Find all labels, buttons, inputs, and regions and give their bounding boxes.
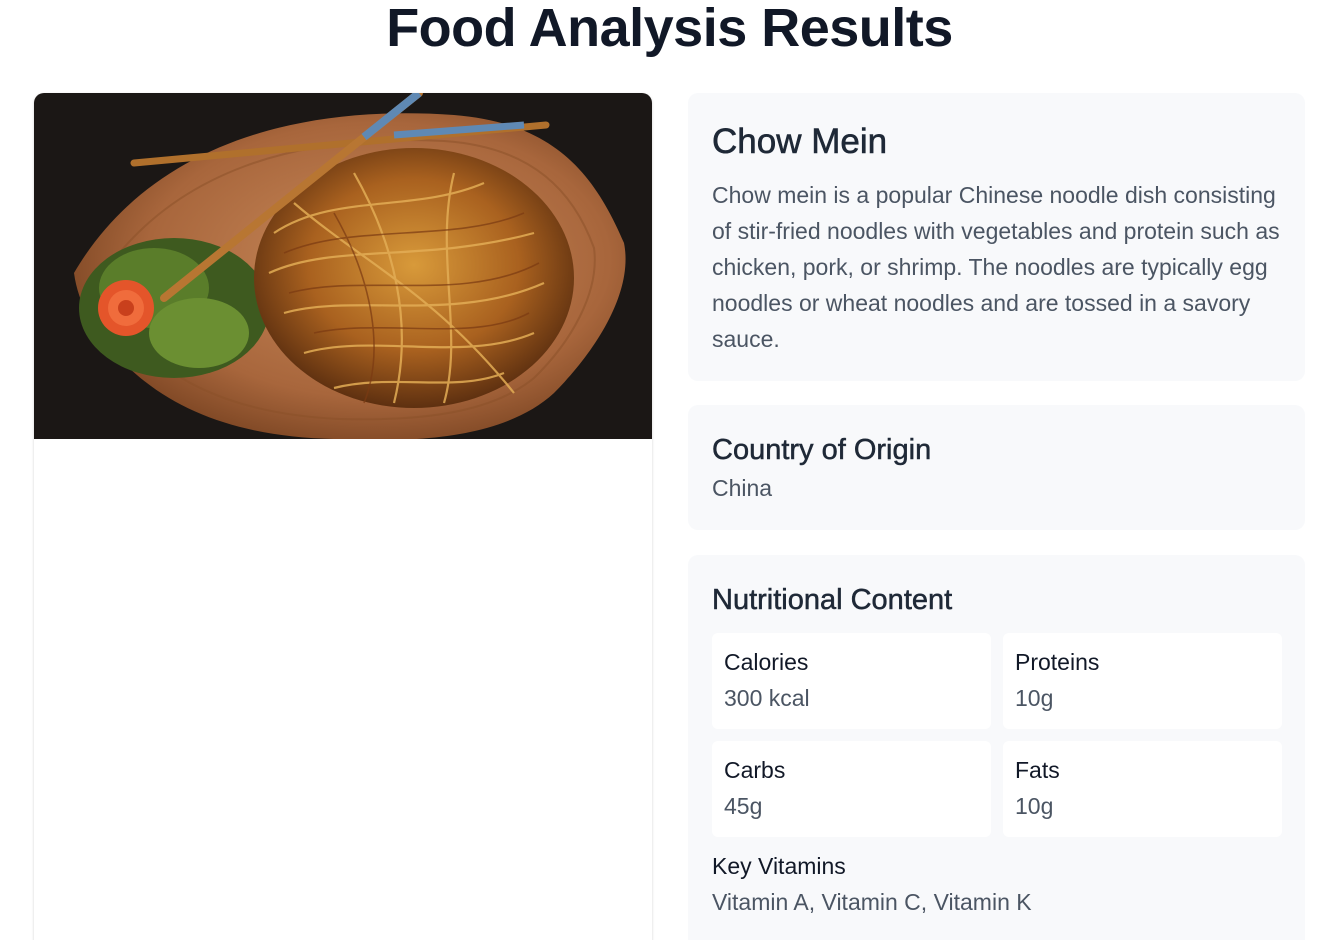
food-name: Chow Mein: [712, 122, 888, 162]
carbs-tile: Carbs 45g: [712, 741, 991, 837]
vitamins-value: Vitamin A, Vitamin C, Vitamin K: [712, 889, 1032, 915]
proteins-tile: Proteins 10g: [1003, 633, 1282, 729]
origin-card: Country of Origin China: [688, 405, 1305, 530]
food-image-card: [34, 93, 652, 940]
nutrient-value: 10g: [1015, 685, 1054, 711]
origin-heading: Country of Origin: [712, 434, 932, 467]
nutrient-label: Calories: [724, 649, 809, 675]
description-card: Chow Mein Chow mein is a popular Chinese…: [688, 93, 1305, 381]
nutrient-label: Fats: [1015, 757, 1060, 783]
page-title: Food Analysis Results: [386, 0, 953, 58]
food-analysis-page: Food Analysis Results Chow Mein Chow mei…: [0, 0, 1339, 940]
nutrient-label: Carbs: [724, 757, 786, 783]
nutrition-heading: Nutritional Content: [712, 584, 953, 617]
nutrient-value: 10g: [1015, 793, 1054, 819]
vitamins-label: Key Vitamins: [712, 853, 846, 879]
calories-tile: Calories 300 kcal: [712, 633, 991, 729]
food-description: Chow mein is a popular Chinese noodle di…: [712, 182, 1280, 352]
nutrient-value: 45g: [724, 793, 763, 819]
fats-tile: Fats 10g: [1003, 741, 1282, 837]
origin-value: China: [712, 475, 773, 501]
nutrient-label: Proteins: [1015, 649, 1100, 675]
nutrition-card: Nutritional Content Calories 300 kcal Pr…: [688, 555, 1305, 940]
nutrient-value: 300 kcal: [724, 685, 810, 711]
food-photo: [34, 93, 652, 439]
